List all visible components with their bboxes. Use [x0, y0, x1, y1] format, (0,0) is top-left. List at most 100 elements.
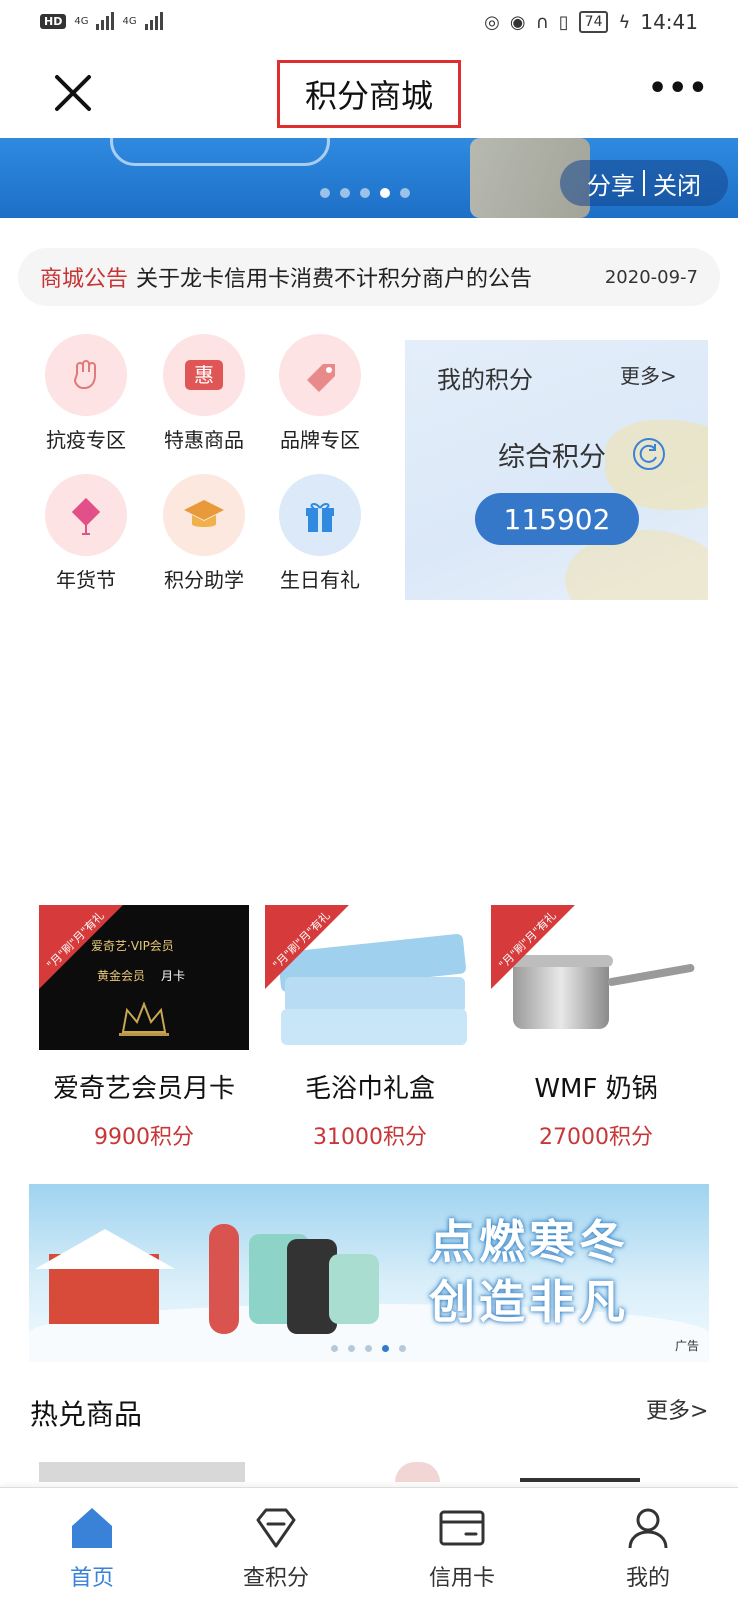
- ad-slogan-line1: 点燃寒冬: [429, 1215, 629, 1269]
- my-points-card[interactable]: 我的积分 更多> 综合积分 115902: [405, 340, 708, 600]
- nav-label: 首页: [69, 1566, 114, 1591]
- towel-graphic: [281, 1009, 467, 1045]
- battery-level: 74: [578, 11, 609, 33]
- share-close-pill: 分享 关闭: [560, 160, 728, 206]
- user-icon: [628, 1508, 668, 1549]
- category-anti-epidemic[interactable]: 抗疫专区: [31, 334, 141, 453]
- graduation-cap-icon: [163, 474, 245, 556]
- kettle-graphic: [329, 1254, 379, 1324]
- share-button[interactable]: 分享: [587, 166, 635, 201]
- product-price: 27000积分: [539, 1125, 653, 1150]
- clock: 14:41: [640, 10, 698, 34]
- category-label: 抗疫专区: [46, 428, 126, 452]
- hot-item-thumbnail[interactable]: [39, 1462, 245, 1482]
- notice-date: 2020-09-7: [604, 266, 698, 288]
- nav-mine[interactable]: 我的: [578, 1488, 718, 1592]
- credit-card-icon: [439, 1510, 485, 1546]
- promo-ribbon: [265, 905, 349, 989]
- ad-slogan: 点燃寒冬 创造非凡: [399, 1212, 659, 1332]
- status-bar: HD 4G 4G ◎ ◉ ∩ ▯ 74 ϟ 14:41: [0, 0, 738, 50]
- top-banner[interactable]: 分享 关闭: [0, 138, 738, 218]
- product-price: 31000积分: [313, 1125, 427, 1150]
- category-birthday[interactable]: 生日有礼: [265, 474, 375, 593]
- title-bar: 积分商城 •••: [0, 50, 738, 138]
- ad-slogan-line2: 创造非凡: [429, 1275, 629, 1329]
- banner-pagination: [320, 188, 410, 198]
- home-icon: [72, 1508, 112, 1548]
- ad-dot: [348, 1345, 355, 1352]
- banner-decoration: [110, 138, 330, 166]
- crown-icon: [119, 1000, 169, 1036]
- category-label: 年货节: [56, 568, 116, 592]
- category-new-year[interactable]: 年货节: [31, 474, 141, 593]
- gift-box-icon: [279, 474, 361, 556]
- category-brands[interactable]: 品牌专区: [265, 334, 375, 453]
- ad-dot: [331, 1345, 338, 1352]
- close-banner-button[interactable]: 关闭: [653, 166, 701, 201]
- winter-ad-banner[interactable]: 点燃寒冬 创造非凡 广告: [29, 1184, 709, 1362]
- promo-ribbon: [491, 905, 575, 989]
- chinese-knot-icon: [45, 474, 127, 556]
- banner-dot: [340, 188, 350, 198]
- product-image: "月"刷"月"有礼: [491, 905, 701, 1050]
- nav-home[interactable]: 首页: [22, 1488, 162, 1592]
- ad-pagination: [331, 1345, 406, 1352]
- hot-items-more-link[interactable]: 更多>: [646, 1393, 708, 1425]
- iqiyi-period-text: 月卡: [161, 969, 186, 983]
- nav-label: 查积分: [242, 1566, 309, 1591]
- product-image: "月"刷"月"有礼: [265, 905, 475, 1050]
- more-dots-icon[interactable]: •••: [648, 74, 708, 108]
- ad-label: 广告: [674, 1339, 699, 1353]
- notice-tag: 商城公告: [40, 267, 129, 292]
- bottom-nav: 首页 查积分 信用卡 我的: [0, 1487, 738, 1600]
- product-price: 9900积分: [94, 1125, 194, 1150]
- category-special-offers[interactable]: 惠 特惠商品: [149, 334, 259, 453]
- status-left: HD 4G 4G: [40, 12, 163, 30]
- mall-notice[interactable]: 商城公告 关于龙卡信用卡消费不计积分商户的公告 2020-09-7: [18, 248, 720, 306]
- hot-item-thumbnail[interactable]: [520, 1478, 640, 1482]
- diamond-icon: [256, 1508, 296, 1548]
- ad-dot: [365, 1345, 372, 1352]
- category-education[interactable]: 积分助学: [149, 474, 259, 593]
- product-name: 毛浴巾礼盒: [304, 1074, 435, 1104]
- page-title: 积分商城: [277, 60, 461, 128]
- product-name: WMF 奶锅: [534, 1074, 658, 1104]
- product-card-towel[interactable]: "月"刷"月"有礼 毛浴巾礼盒 31000积分: [265, 905, 475, 1151]
- pot-handle: [606, 963, 696, 987]
- banner-dot: [400, 188, 410, 198]
- category-label: 生日有礼: [280, 568, 360, 592]
- eye-icon: ◉: [509, 11, 526, 33]
- charging-icon: ϟ: [618, 11, 631, 33]
- product-card-wmf-pot[interactable]: "月"刷"月"有礼 WMF 奶锅 27000积分: [491, 905, 701, 1151]
- product-name: 爱奇艺会员月卡: [52, 1074, 235, 1104]
- iqiyi-brand-text: 爱奇艺·VIP会员: [91, 939, 174, 953]
- data-saver-icon: ◎: [484, 11, 500, 33]
- house-roof: [35, 1229, 175, 1269]
- points-value: 115902: [475, 493, 639, 545]
- hot-item-thumbnail[interactable]: [395, 1462, 440, 1482]
- close-icon[interactable]: [48, 68, 98, 118]
- nav-label: 我的: [625, 1566, 670, 1591]
- product-image: "月"刷"月"有礼 爱奇艺·VIP会员 黄金会员 月卡: [39, 905, 249, 1050]
- nav-label: 信用卡: [428, 1566, 495, 1591]
- steamer-graphic: [209, 1224, 239, 1334]
- signal-icon: [96, 12, 115, 30]
- hd-badge: HD: [40, 13, 67, 29]
- hot-items-title: 热兑商品: [30, 1398, 143, 1431]
- banner-dot-active: [380, 188, 390, 198]
- nav-credit-card[interactable]: 信用卡: [392, 1488, 532, 1592]
- category-label: 积分助学: [164, 568, 244, 592]
- total-points-label: 综合积分: [498, 442, 606, 473]
- ad-dot-active: [382, 1345, 389, 1352]
- vibrate-icon: ▯: [558, 11, 569, 33]
- network-type-2: 4G: [122, 15, 137, 27]
- refresh-icon[interactable]: [633, 438, 665, 470]
- banner-dot: [320, 188, 330, 198]
- my-points-more-link[interactable]: 更多>: [620, 360, 677, 389]
- signal-icon-2: [144, 12, 163, 30]
- divider: [643, 170, 645, 196]
- nav-check-points[interactable]: 查积分: [206, 1488, 346, 1592]
- product-card-iqiyi[interactable]: "月"刷"月"有礼 爱奇艺·VIP会员 黄金会员 月卡 爱奇艺会员月卡 9900…: [39, 905, 249, 1151]
- notice-text[interactable]: 关于龙卡信用卡消费不计积分商户的公告: [136, 261, 605, 293]
- network-type-1: 4G: [74, 15, 89, 27]
